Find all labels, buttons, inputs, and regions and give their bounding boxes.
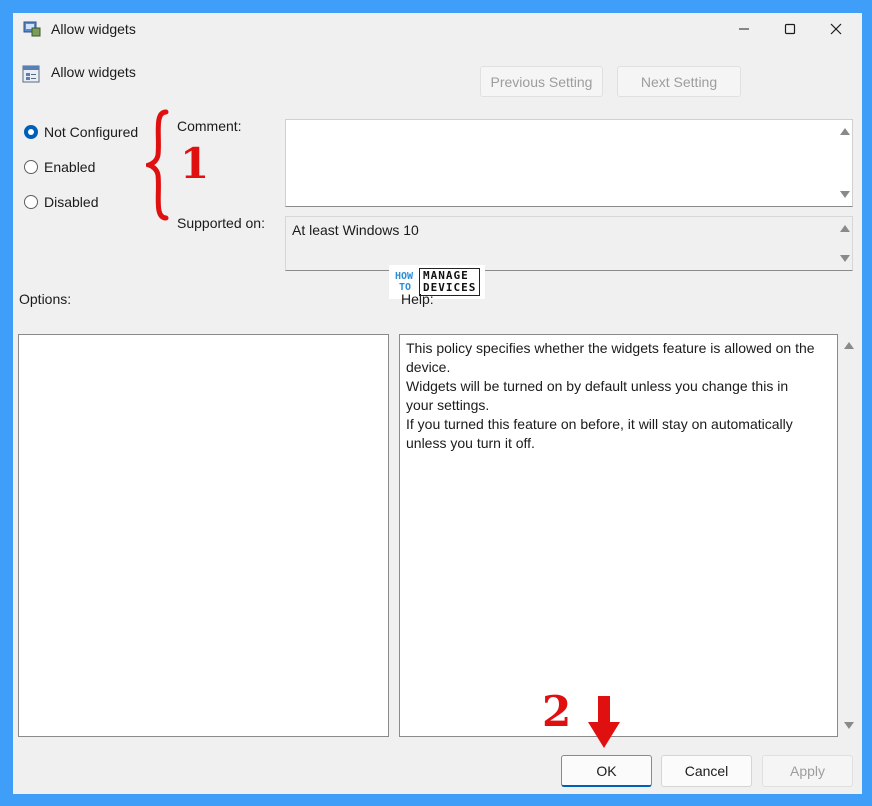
help-line: This policy specifies whether the widget… xyxy=(406,340,815,375)
radio-not-configured[interactable]: Not Configured xyxy=(24,124,138,140)
cancel-button[interactable]: Cancel xyxy=(661,755,752,787)
close-icon xyxy=(830,23,842,35)
policy-dialog: Allow widgets Allow widgets Previous Set… xyxy=(13,13,862,794)
radio-enabled[interactable]: Enabled xyxy=(24,159,95,175)
previous-setting-button[interactable]: Previous Setting xyxy=(480,66,603,97)
supported-on-label: Supported on: xyxy=(177,215,265,231)
logo-how-text: HOW xyxy=(395,271,414,282)
radio-disabled[interactable]: Disabled xyxy=(24,194,98,210)
annotation-arrow-icon xyxy=(588,696,620,748)
next-setting-button[interactable]: Next Setting xyxy=(617,66,741,97)
annotation-number-2: 2 xyxy=(542,687,572,736)
policy-title: Allow widgets xyxy=(51,64,136,80)
comment-textarea[interactable] xyxy=(285,119,853,207)
help-text: This policy specifies whether the widget… xyxy=(406,339,819,453)
window-title: Allow widgets xyxy=(51,21,136,37)
scroll-up-icon[interactable] xyxy=(840,128,850,135)
radio-label: Disabled xyxy=(44,194,99,210)
minimize-button[interactable] xyxy=(721,13,767,45)
scroll-down-icon[interactable] xyxy=(844,722,854,729)
options-label: Options: xyxy=(19,291,72,307)
scroll-down-icon[interactable] xyxy=(840,255,850,262)
help-scrollbar[interactable] xyxy=(840,334,856,737)
policy-setting-icon xyxy=(22,65,40,83)
policy-editor-icon xyxy=(23,21,41,37)
apply-button[interactable]: Apply xyxy=(762,755,853,787)
close-button[interactable] xyxy=(813,13,859,45)
supported-on-value: At least Windows 10 xyxy=(292,222,419,238)
help-line: If you turned this feature on before, it… xyxy=(406,416,793,451)
ok-button[interactable]: OK xyxy=(561,755,652,787)
title-bar: Allow widgets xyxy=(13,13,862,47)
annotation-number-1: 1 xyxy=(180,139,210,188)
minimize-icon xyxy=(739,28,749,30)
comment-scrollbar[interactable] xyxy=(836,120,852,206)
maximize-button[interactable] xyxy=(767,13,813,45)
supported-scrollbar[interactable] xyxy=(836,217,852,270)
help-label: Help: xyxy=(401,291,434,307)
scroll-down-icon[interactable] xyxy=(840,191,850,198)
help-panel: This policy specifies whether the widget… xyxy=(399,334,838,737)
maximize-icon xyxy=(784,23,796,35)
radio-button[interactable] xyxy=(24,160,38,174)
help-line: Widgets will be turned on by default unl… xyxy=(406,378,789,413)
radio-label: Not Configured xyxy=(44,124,139,140)
annotation-brace xyxy=(146,109,169,221)
scroll-up-icon[interactable] xyxy=(844,342,854,349)
radio-button[interactable] xyxy=(24,195,38,209)
supported-on-field: At least Windows 10 xyxy=(285,216,853,271)
options-panel xyxy=(18,334,389,737)
logo-how-to: HOW TO xyxy=(395,271,417,293)
scroll-up-icon[interactable] xyxy=(840,225,850,232)
radio-button-checked[interactable] xyxy=(24,125,38,139)
radio-label: Enabled xyxy=(44,159,96,175)
comment-label: Comment: xyxy=(177,118,242,134)
